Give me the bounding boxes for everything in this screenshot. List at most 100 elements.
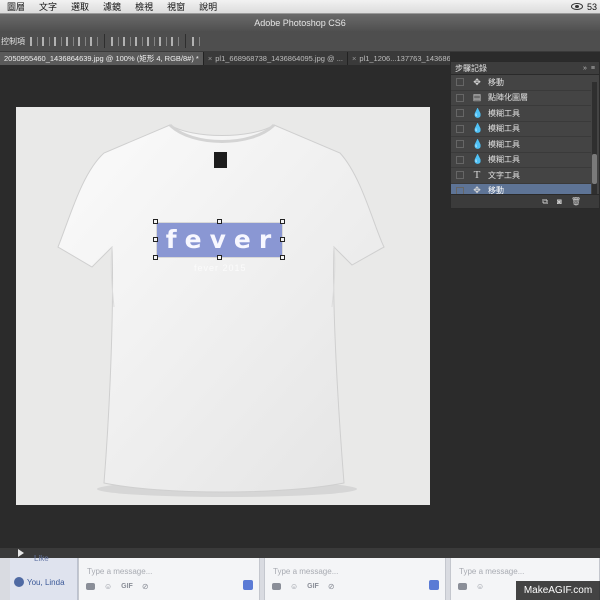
tshirt-image	[57, 123, 385, 497]
history-item-label: 模糊工具	[488, 155, 520, 165]
history-scrollbar[interactable]	[592, 82, 597, 202]
gif-button[interactable]: GIF	[121, 583, 133, 590]
history-panel-title[interactable]: 步驟記錄	[455, 63, 579, 74]
tab-document-1[interactable]: 2050955460_1436864639.jpg @ 100% (矩形 4, …	[0, 52, 204, 65]
history-snapshot-checkbox[interactable]	[456, 93, 464, 102]
history-item[interactable]: ▤ 點陣化圖層	[451, 91, 591, 106]
history-snapshot-checkbox[interactable]	[456, 124, 464, 133]
chat-user[interactable]: You, Linda	[14, 577, 65, 587]
emoji-icon[interactable]: ☺	[104, 582, 112, 591]
history-snapshot-checkbox[interactable]	[456, 78, 464, 87]
align-right-icon[interactable]	[90, 36, 98, 46]
history-item-label: 點陣化圖層	[488, 93, 528, 103]
history-item-label: 模糊工具	[488, 139, 520, 149]
distribute-bottom-icon[interactable]	[135, 36, 143, 46]
align-left-icon[interactable]	[66, 36, 74, 46]
play-icon[interactable]	[18, 549, 24, 557]
chat-user-name: You, Linda	[27, 577, 65, 587]
history-item[interactable]: ✥ 移動	[451, 75, 591, 91]
tab-document-3[interactable]: ×pl1_1206...137763_1436864825.jpg	[348, 52, 450, 65]
attach-icon[interactable]: ⊘	[142, 582, 149, 591]
menu-select[interactable]: 選取	[64, 0, 96, 13]
transform-handle[interactable]	[217, 219, 222, 224]
history-snapshot-checkbox[interactable]	[456, 140, 464, 149]
menu-filter[interactable]: 濾鏡	[96, 0, 128, 13]
menu-layer[interactable]: 圖層	[0, 0, 32, 13]
chat-box: Type a message... ☺ GIF ⊘	[78, 558, 260, 600]
history-snapshot-checkbox[interactable]	[456, 171, 464, 180]
options-bar: 控制項	[0, 31, 600, 52]
transform-handle[interactable]	[153, 255, 158, 260]
blur-drop-icon: 💧	[472, 138, 484, 149]
menu-window[interactable]: 視窗	[160, 0, 192, 13]
distribute-vcenter-icon[interactable]	[123, 36, 131, 46]
blur-drop-icon: 💧	[472, 107, 484, 118]
document-tabs: 2050955460_1436864639.jpg @ 100% (矩形 4, …	[0, 52, 450, 65]
thumbs-up-icon[interactable]	[243, 580, 253, 590]
window-title-bar: Adobe Photoshop CS6	[0, 14, 600, 31]
blur-drop-icon: 💧	[472, 154, 484, 165]
menu-type[interactable]: 文字	[32, 0, 64, 13]
history-item[interactable]: 💧 模糊工具	[451, 153, 591, 168]
distribute-hcenter-icon[interactable]	[159, 36, 167, 46]
distribute-left-icon[interactable]	[147, 36, 155, 46]
history-item[interactable]: 💧 模糊工具	[451, 106, 591, 122]
align-vcenter-icon[interactable]	[42, 36, 50, 46]
camera-icon[interactable]	[458, 583, 467, 590]
camera-snapshot-icon[interactable]: ◙	[557, 197, 562, 206]
align-bottom-icon[interactable]	[54, 36, 62, 46]
close-icon[interactable]: ×	[208, 54, 212, 63]
auto-align-icon[interactable]	[192, 36, 200, 46]
document-canvas[interactable]: fever fever 2015	[16, 107, 430, 505]
watermark: MakeAGIF.com	[516, 581, 600, 600]
chat-tools: ☺ GIF ⊘	[272, 582, 335, 591]
history-item[interactable]: 💧 模糊工具	[451, 122, 591, 137]
message-input[interactable]: Type a message...	[273, 567, 338, 576]
distribute-right-icon[interactable]	[171, 36, 179, 46]
history-panel-header: 步驟記錄 » ≡	[451, 62, 599, 75]
tab-document-3-label: pl1_1206...137763_1436864825.jpg	[359, 54, 450, 63]
camera-icon[interactable]	[272, 583, 281, 590]
trash-icon[interactable]: 🗑	[571, 197, 581, 206]
like-link[interactable]: Like	[34, 554, 49, 563]
panel-menu-icon[interactable]: ≡	[591, 65, 595, 72]
collapse-icon[interactable]: »	[583, 65, 587, 72]
shirt-text-layer[interactable]: fever	[156, 222, 283, 258]
transform-handle[interactable]	[280, 255, 285, 260]
transform-handle[interactable]	[153, 219, 158, 224]
new-document-from-state-icon[interactable]: ⧉	[542, 197, 548, 207]
history-list: ✥ 移動 ▤ 點陣化圖層 💧 模糊工具 💧 模糊工具 💧 模糊工具 💧 模糊工具…	[451, 75, 591, 199]
history-item-label: 文字工具	[488, 170, 520, 180]
message-input[interactable]: Type a message...	[459, 567, 524, 576]
align-top-icon[interactable]	[30, 36, 38, 46]
tab-document-2[interactable]: × pl1_668968738_1436864095.jpg @ ...	[204, 52, 348, 65]
menu-view[interactable]: 檢視	[128, 0, 160, 13]
history-panel-footer: ⧉ ◙ 🗑	[451, 194, 599, 208]
attach-icon[interactable]: ⊘	[328, 582, 335, 591]
transform-handle[interactable]	[280, 237, 285, 242]
history-panel: 步驟記錄 » ≡ ✥ 移動 ▤ 點陣化圖層 💧 模糊工具 💧 模糊工具 💧 模糊…	[450, 61, 600, 209]
menu-help[interactable]: 說明	[192, 0, 224, 13]
close-icon[interactable]: ×	[352, 54, 356, 63]
chat-sidebar: Like You, Linda	[10, 554, 78, 600]
eye-icon[interactable]	[570, 3, 583, 10]
emoji-icon[interactable]: ☺	[290, 582, 298, 591]
type-icon: T	[473, 169, 481, 182]
history-item[interactable]: 💧 模糊工具	[451, 137, 591, 153]
gif-button[interactable]: GIF	[307, 583, 319, 590]
layer-icon: ▤	[472, 92, 482, 103]
history-snapshot-checkbox[interactable]	[456, 109, 464, 118]
distribute-top-icon[interactable]	[111, 36, 119, 46]
thumbs-up-icon[interactable]	[429, 580, 439, 590]
align-hcenter-icon[interactable]	[78, 36, 86, 46]
transform-handle[interactable]	[153, 237, 158, 242]
transform-handle[interactable]	[280, 219, 285, 224]
history-item[interactable]: T 文字工具	[451, 168, 591, 184]
shirt-subtext: fever 2015	[194, 263, 247, 273]
message-input[interactable]: Type a message...	[87, 567, 152, 576]
emoji-icon[interactable]: ☺	[476, 582, 484, 591]
camera-icon[interactable]	[86, 583, 95, 590]
history-snapshot-checkbox[interactable]	[456, 155, 464, 164]
blur-drop-icon: 💧	[472, 123, 484, 134]
transform-handle[interactable]	[217, 255, 222, 260]
